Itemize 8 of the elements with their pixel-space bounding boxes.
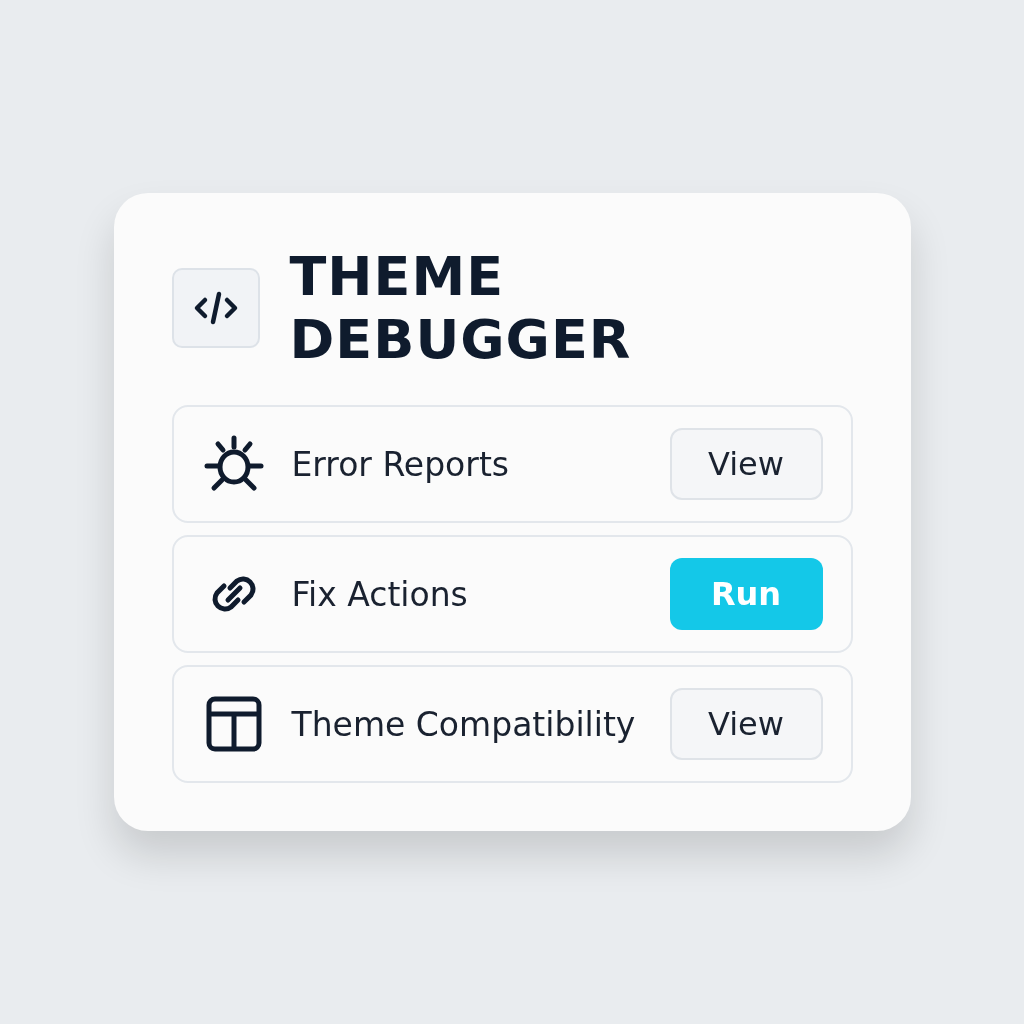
code-icon [171, 268, 260, 348]
view-button[interactable]: View [669, 688, 823, 760]
bug-icon [203, 434, 264, 494]
row-label: Error Reports [291, 444, 510, 484]
row-label: Fix Actions [291, 574, 469, 614]
row-label: Theme Compatibility [291, 704, 637, 744]
view-button[interactable]: View [669, 428, 823, 500]
app-title: THEME DEBUGGER [289, 245, 633, 371]
